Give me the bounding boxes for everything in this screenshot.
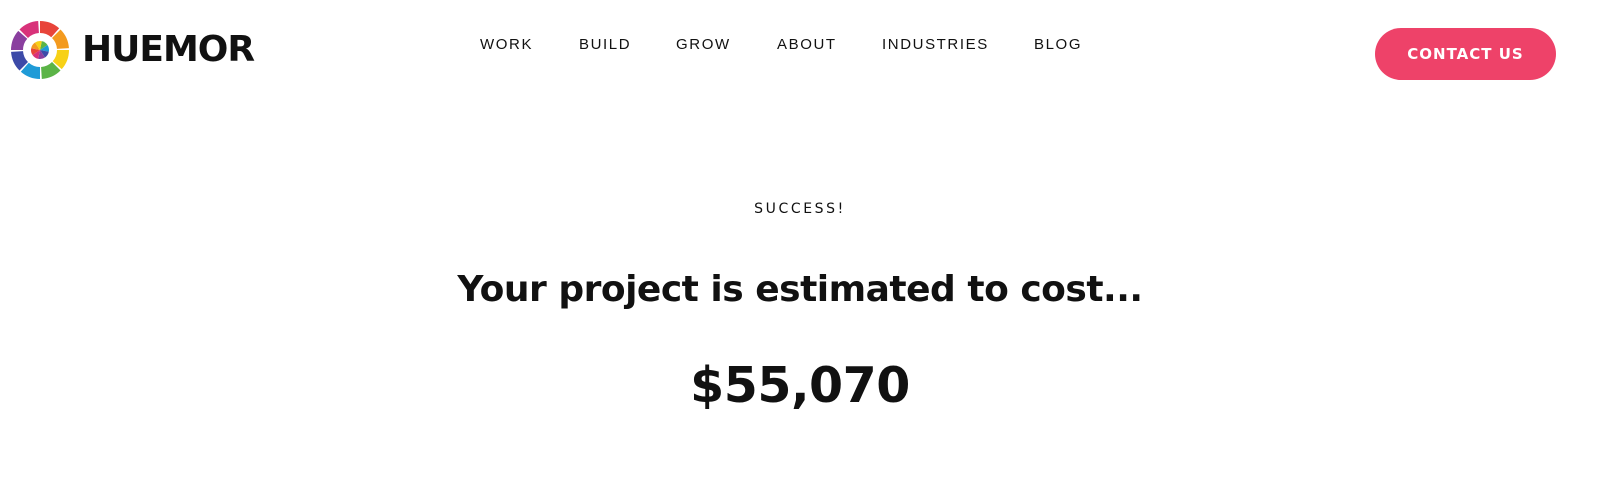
site-header: HUEMOR WORK BUILD GROW ABOUT INDUSTRIES … <box>0 0 1600 110</box>
nav-item-grow[interactable]: GROW <box>676 34 731 56</box>
nav-item-work[interactable]: WORK <box>480 34 533 56</box>
nav-item-blog[interactable]: BLOG <box>1034 34 1082 56</box>
estimated-cost: $55,070 <box>690 357 910 414</box>
estimate-headline: Your project is estimated to cost... <box>457 269 1143 310</box>
contact-us-button[interactable]: CONTACT US <box>1375 28 1556 80</box>
success-label: SUCCESS! <box>754 201 846 217</box>
nav-item-about[interactable]: ABOUT <box>777 34 837 56</box>
nav-item-build[interactable]: BUILD <box>579 34 631 56</box>
main-nav: WORK BUILD GROW ABOUT INDUSTRIES BLOG <box>0 34 1600 56</box>
nav-item-industries[interactable]: INDUSTRIES <box>882 34 989 56</box>
estimate-result: SUCCESS! Your project is estimated to co… <box>0 190 1600 414</box>
